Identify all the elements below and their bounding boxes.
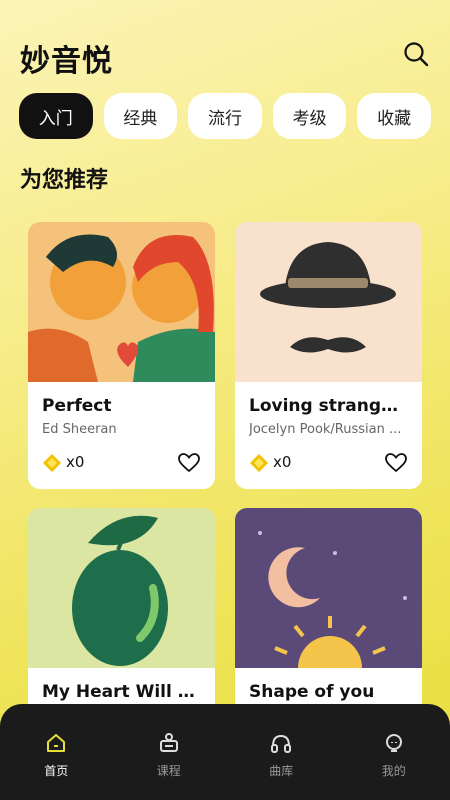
tab-exam[interactable]: 考级	[272, 93, 347, 139]
coin-icon	[43, 454, 61, 472]
tabbar-label: 首页	[44, 764, 69, 778]
tabbar-label: 我的	[381, 764, 406, 778]
song-card-loving-strangers[interactable]: Loving strangers Jocelyn Pook/Russian ..…	[235, 222, 422, 489]
home-icon	[47, 734, 66, 752]
tabbar-profile[interactable]: 我的	[354, 732, 434, 800]
tabbar-course[interactable]: 课程	[129, 732, 209, 800]
tab-beginner[interactable]: 入门	[19, 93, 93, 139]
header: 妙音悦	[20, 36, 430, 79]
song-title: Shape of you	[249, 682, 375, 702]
tab-classic[interactable]: 经典	[103, 93, 178, 139]
coin-icon	[250, 454, 268, 472]
song-title: Perfect	[42, 396, 112, 416]
course-icon	[159, 733, 178, 752]
coin-count: x0	[66, 453, 85, 471]
heart-icon[interactable]	[177, 451, 201, 475]
moon-sun-artwork	[235, 508, 422, 668]
heart-icon[interactable]	[384, 451, 408, 475]
tab-pop[interactable]: 流行	[188, 93, 262, 139]
bottom-tabbar: 首页 课程 曲库 我的	[0, 704, 450, 800]
profile-icon	[385, 734, 402, 752]
coin-count: x0	[273, 453, 292, 471]
hat-mustache-artwork	[235, 222, 422, 382]
category-tabs: 入门 经典 流行 考级 收藏	[19, 93, 431, 139]
tabbar-home[interactable]: 首页	[16, 732, 96, 800]
headphones-icon	[271, 734, 292, 753]
couple-artwork	[28, 222, 215, 382]
tabbar-label: 课程	[156, 764, 181, 778]
tabbar-label: 曲库	[269, 764, 294, 778]
section-title: 为您推荐	[20, 168, 109, 193]
app-logo: 妙音悦	[20, 44, 113, 79]
song-title: My Heart Will Go...	[42, 682, 201, 702]
song-card-perfect[interactable]: Perfect Ed Sheeran x0	[28, 222, 215, 489]
song-artist: Ed Sheeran	[42, 422, 117, 437]
tabbar-library[interactable]: 曲库	[241, 732, 321, 800]
lime-artwork	[28, 508, 215, 668]
tab-favorites[interactable]: 收藏	[357, 93, 431, 139]
song-artist: Jocelyn Pook/Russian ...	[249, 422, 402, 437]
song-title: Loving strangers	[249, 396, 408, 416]
search-icon[interactable]	[402, 40, 430, 68]
